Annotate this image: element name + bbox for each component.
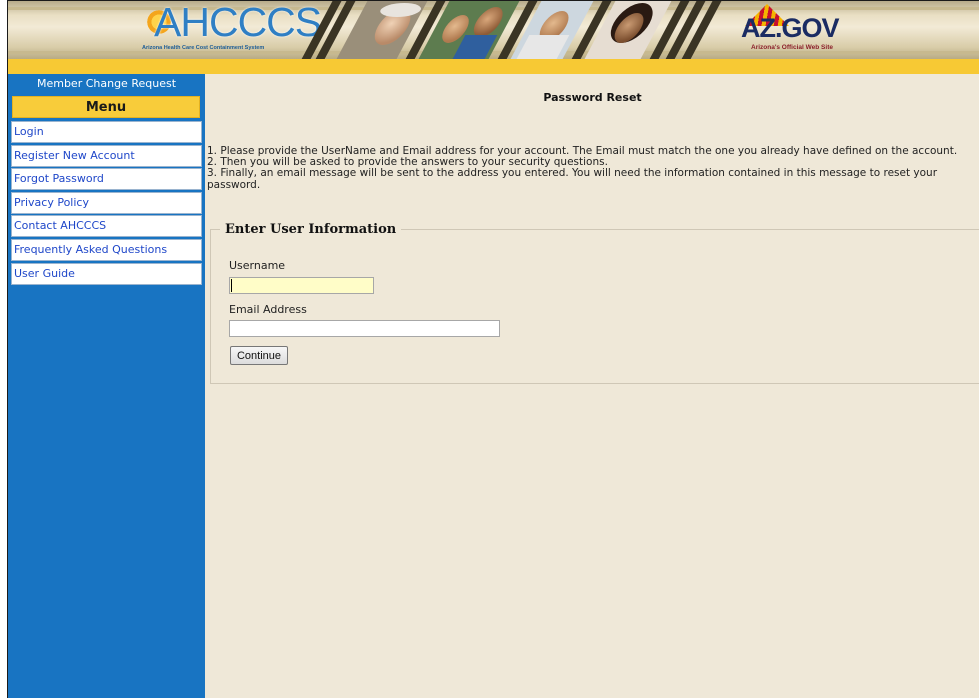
instruction-step-3: 3. Finally, an email message will be sen…	[207, 167, 938, 191]
sidebar-title: Member Change Request	[36, 77, 177, 90]
sidebar-menu: Login Register New Account Forgot Passwo…	[11, 121, 202, 286]
ahcccs-tagline: Arizona Health Care Cost Containment Sys…	[142, 45, 265, 51]
text-caret	[231, 279, 232, 292]
ahcccs-logo[interactable]: AHCCCS Arizona Health Care Cost Containm…	[138, 1, 322, 57]
username-input[interactable]	[229, 277, 374, 294]
sidebar-item-privacy-policy[interactable]: Privacy Policy	[11, 191, 202, 214]
username-label: Username	[229, 259, 286, 272]
instructions: 1. Please provide the UserName and Email…	[207, 145, 977, 191]
sidebar-item-forgot-password[interactable]: Forgot Password	[11, 168, 202, 191]
continue-button[interactable]: Continue	[230, 346, 288, 365]
azgov-logo-text: AZ.GOV	[741, 13, 840, 43]
main-content: Password Reset 1. Please provide the Use…	[205, 74, 979, 698]
menu-header: Menu	[12, 96, 200, 118]
ahcccs-logo-text: AHCCCS	[154, 1, 322, 45]
user-info-fieldset: Enter User Information Username Email Ad…	[210, 222, 979, 384]
banner-photo-collage	[297, 1, 728, 59]
header-banner: AHCCCS Arizona Health Care Cost Containm…	[8, 1, 979, 59]
email-input[interactable]	[229, 320, 500, 337]
header-gold-bar	[8, 59, 979, 74]
sidebar-item-register-new-account[interactable]: Register New Account	[11, 144, 202, 167]
azgov-logo[interactable]: AZ.GOV Arizona's Official Web Site	[735, 4, 855, 56]
sidebar-item-faq[interactable]: Frequently Asked Questions	[11, 238, 202, 261]
azgov-tagline: Arizona's Official Web Site	[751, 44, 833, 51]
sidebar-item-user-guide[interactable]: User Guide	[11, 262, 202, 285]
email-label: Email Address	[229, 303, 307, 316]
fieldset-legend: Enter User Information	[220, 222, 402, 237]
sidebar: Member Change Request Menu Login Registe…	[8, 74, 205, 698]
sidebar-item-contact-ahcccs[interactable]: Contact AHCCCS	[11, 215, 202, 238]
page-title: Password Reset	[543, 91, 642, 104]
sidebar-item-login[interactable]: Login	[11, 121, 202, 143]
page-frame: AHCCCS Arizona Health Care Cost Containm…	[7, 0, 979, 698]
